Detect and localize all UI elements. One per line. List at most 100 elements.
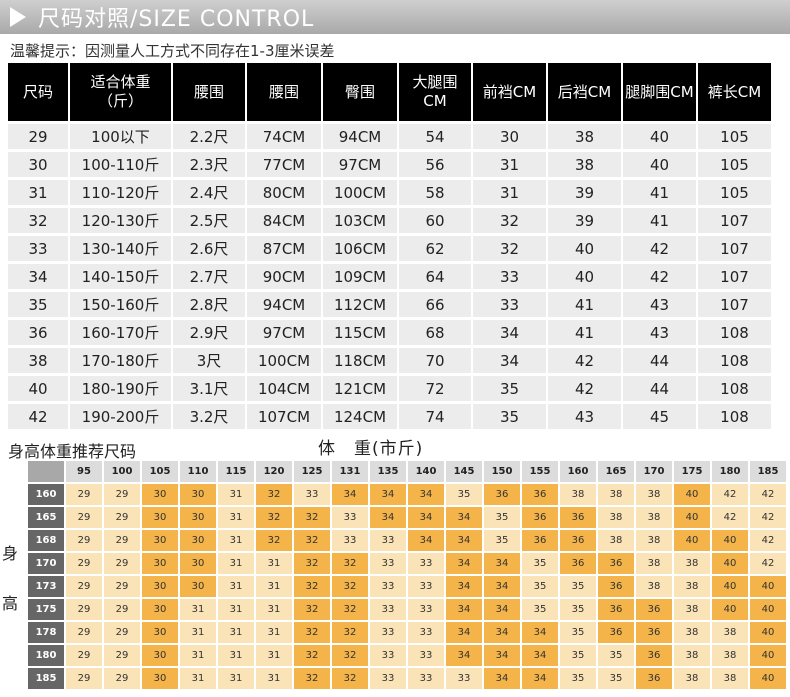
size-recommendation-cell: 38 [674, 645, 710, 666]
size-cell: 30 [8, 152, 68, 177]
size-recommendation-cell: 35 [560, 668, 596, 689]
size-cell: 38 [8, 348, 68, 373]
size-recommendation-cell: 38 [674, 668, 710, 689]
size-cell: 121CM [323, 376, 397, 401]
weight-header: 100 [104, 461, 140, 482]
size-row: 40 180-190斤 3.1尺 104CM 121CM 72 35 42 44 108 [8, 376, 771, 401]
size-recommendation-cell: 30 [142, 553, 178, 574]
height-header: 178 [28, 622, 64, 643]
grid-row: 180 29 29 30 31 31 31 32 32 33 33 34 34 34 35 35 36 38 38 4… [28, 645, 786, 666]
size-recommendation-cell: 36 [598, 576, 634, 597]
size-recommendation-cell: 34 [370, 484, 406, 505]
weight-header: 95 [66, 461, 102, 482]
size-recommendation-cell: 31 [218, 622, 254, 643]
size-cell: 87CM [247, 236, 321, 261]
size-cell: 64 [399, 264, 471, 289]
size-cell: 56 [399, 152, 471, 177]
size-recommendation-cell: 30 [142, 599, 178, 620]
size-recommendation-cell: 33 [370, 530, 406, 551]
size-cell: 108 [698, 404, 771, 429]
size-cell: 42 [8, 404, 68, 429]
size-recommendation-cell: 40 [750, 668, 786, 689]
size-cell: 39 [548, 180, 621, 205]
size-recommendation-cell: 36 [522, 484, 558, 505]
size-recommendation-cell: 34 [446, 530, 482, 551]
size-cell: 108 [698, 348, 771, 373]
size-recommendation-cell: 38 [712, 645, 748, 666]
size-cell: 33 [473, 292, 546, 317]
size-cell: 35 [473, 404, 546, 429]
size-recommendation-cell: 29 [66, 507, 102, 528]
height-header: 168 [28, 530, 64, 551]
size-recommendation-cell: 30 [142, 484, 178, 505]
size-recommendation-cell: 32 [294, 622, 330, 643]
size-cell: 39 [548, 208, 621, 233]
size-cell: 3尺 [173, 348, 245, 373]
size-recommendation-cell: 35 [598, 668, 634, 689]
size-cell: 120-130斤 [70, 208, 171, 233]
size-recommendation-cell: 29 [104, 599, 140, 620]
size-recommendation-cell: 34 [522, 668, 558, 689]
size-cell: 33 [473, 264, 546, 289]
size-cell: 3.1尺 [173, 376, 245, 401]
size-recommendation-cell: 32 [294, 576, 330, 597]
size-cell: 31 [473, 152, 546, 177]
size-row: 35 150-160斤 2.8尺 94CM 112CM 66 33 41 43 107 [8, 292, 771, 317]
size-recommendation-cell: 33 [332, 507, 368, 528]
size-recommendation-cell: 33 [446, 668, 482, 689]
size-row: 29 100以下 2.2尺 74CM 94CM 54 30 38 40 105 [8, 124, 771, 149]
height-header: 180 [28, 645, 64, 666]
size-recommendation-cell: 34 [484, 599, 520, 620]
size-cell: 40 [548, 236, 621, 261]
size-cell: 42 [623, 264, 696, 289]
size-recommendation-cell: 32 [332, 576, 368, 597]
size-recommendation-cell: 33 [370, 645, 406, 666]
size-cell: 94CM [323, 124, 397, 149]
size-recommendation-cell: 32 [332, 553, 368, 574]
size-recommendation-cell: 32 [256, 507, 292, 528]
header-leg-opening: 腿脚围CM [623, 63, 696, 121]
size-cell: 35 [8, 292, 68, 317]
size-recommendation-cell: 29 [66, 530, 102, 551]
size-cell: 97CM [323, 152, 397, 177]
size-recommendation-cell: 40 [750, 599, 786, 620]
weight-header: 180 [712, 461, 748, 482]
size-recommendation-cell: 33 [408, 576, 444, 597]
size-recommendation-cell: 31 [256, 576, 292, 597]
size-recommendation-cell: 32 [332, 645, 368, 666]
size-recommendation-cell: 33 [408, 668, 444, 689]
size-recommendation-cell: 33 [370, 622, 406, 643]
size-recommendation-cell: 34 [484, 576, 520, 597]
size-recommendation-cell: 35 [522, 553, 558, 574]
grid-row: 168 29 29 30 30 31 32 32 33 33 34 34 35 36 36 38 38 40 40 4… [28, 530, 786, 551]
size-recommendation-cell: 40 [750, 576, 786, 597]
size-recommendation-cell: 36 [598, 599, 634, 620]
grid-row: 165 29 29 30 30 31 32 32 33 34 34 34 35 36 36 38 38 40 42 4… [28, 507, 786, 528]
size-recommendation-cell: 29 [104, 576, 140, 597]
weight-header: 160 [560, 461, 596, 482]
size-recommendation-cell: 31 [180, 668, 216, 689]
size-cell: 32 [8, 208, 68, 233]
size-cell: 109CM [323, 264, 397, 289]
size-cell: 43 [623, 292, 696, 317]
size-cell: 41 [623, 180, 696, 205]
weight-header: 165 [598, 461, 634, 482]
weight-header: 125 [294, 461, 330, 482]
size-cell: 33 [8, 236, 68, 261]
size-recommendation-cell: 33 [370, 668, 406, 689]
height-axis-label-2: 高 [2, 594, 19, 613]
size-recommendation-cell: 34 [522, 622, 558, 643]
size-recommendation-cell: 34 [484, 645, 520, 666]
size-cell: 45 [623, 404, 696, 429]
size-recommendation-cell: 29 [104, 645, 140, 666]
size-recommendation-cell: 38 [674, 599, 710, 620]
recommendation-grid: 95 100 105 110 115 120 125 131 135 140 145 150 155 16… [26, 459, 788, 691]
size-recommendation-cell: 31 [218, 645, 254, 666]
size-recommendation-cell: 40 [750, 645, 786, 666]
weight-axis-label: 体 重(市斤) [318, 439, 424, 459]
size-recommendation-cell: 32 [332, 622, 368, 643]
size-recommendation-cell: 34 [484, 622, 520, 643]
size-cell: 105 [698, 180, 771, 205]
weight-header: 115 [218, 461, 254, 482]
size-recommendation-cell: 29 [104, 553, 140, 574]
